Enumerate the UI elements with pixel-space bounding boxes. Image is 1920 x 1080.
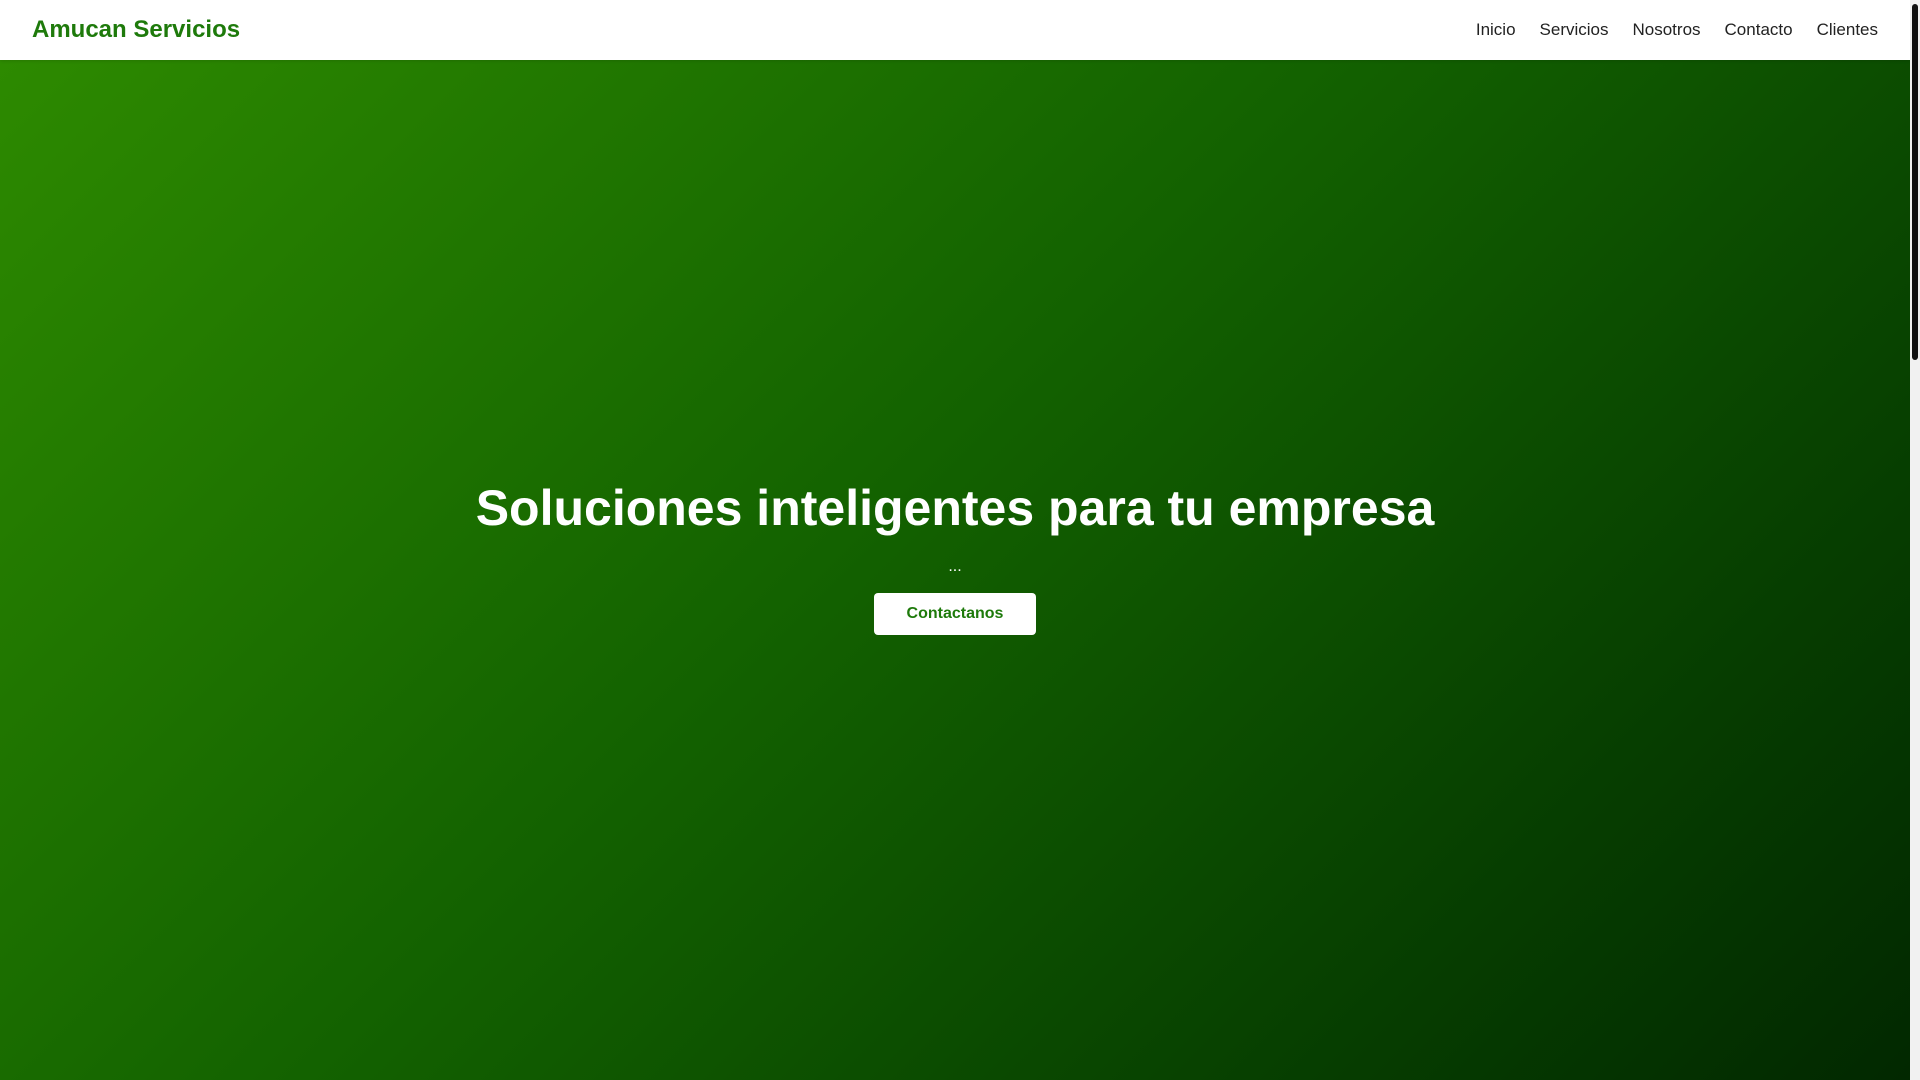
page: Amucan Servicios Inicio Servicios Nosotr… [0,0,1910,1080]
hero-content: Soluciones inteligentes para tu empresa … [0,465,1910,635]
hero-section: Soluciones inteligentes para tu empresa … [0,60,1910,1080]
nav-link-servicios[interactable]: Servicios [1540,20,1609,39]
contact-cta-button[interactable]: Contactanos [874,593,1036,635]
hero-subtitle: ... [948,558,962,575]
navbar: Amucan Servicios Inicio Servicios Nosotr… [0,0,1910,60]
nav-item-servicios: Servicios [1540,20,1609,40]
nav-item-nosotros: Nosotros [1633,20,1701,40]
nav-item-clientes: Clientes [1817,20,1878,40]
hero-title: Soluciones inteligentes para tu empresa [475,480,1435,536]
nav-link-nosotros[interactable]: Nosotros [1633,20,1701,39]
nav-link-clientes[interactable]: Clientes [1817,20,1878,39]
nav-links: Inicio Servicios Nosotros Contacto Clien… [1476,0,1878,60]
browser-viewport: Amucan Servicios Inicio Servicios Nosotr… [0,0,1920,1080]
nav-link-contacto[interactable]: Contacto [1725,20,1793,39]
nav-item-contacto: Contacto [1725,20,1793,40]
nav-item-inicio: Inicio [1476,20,1516,40]
nav-link-inicio[interactable]: Inicio [1476,20,1516,39]
brand-logo-link[interactable]: Amucan Servicios [32,0,240,60]
scrollbar-thumb[interactable] [1912,4,1918,360]
page-scrollbar[interactable] [1910,0,1920,1080]
